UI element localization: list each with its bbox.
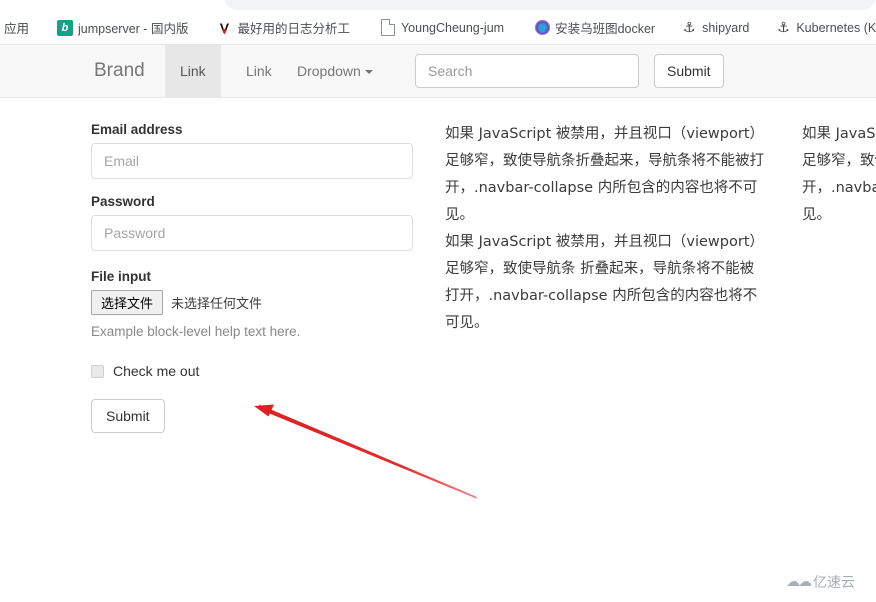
check-me-out-checkbox[interactable] xyxy=(91,364,104,378)
cloud-icon: ☁☁ xyxy=(786,574,812,590)
navbar-submit-button[interactable]: Submit xyxy=(654,54,724,88)
kubernetes-anchor-icon: ⚓ xyxy=(777,19,790,36)
content-paragraph-1: 如果 JavaScript 被禁用，并且视口（viewport）足够窄，致使导航… xyxy=(445,126,765,223)
bookmark-label: 最好用的日志分析工 xyxy=(237,22,350,36)
navbar-link-1[interactable]: Link xyxy=(165,45,221,97)
bookmark-label: YoungCheung-jum xyxy=(400,20,505,35)
email-field[interactable] xyxy=(91,143,413,179)
choose-file-button[interactable]: 选择文件 xyxy=(91,290,164,315)
search-input[interactable] xyxy=(415,54,639,88)
demo-form: Email address Password File input 选择文件 未… xyxy=(91,122,413,433)
navbar-search-form: Submit xyxy=(415,45,724,97)
document-icon xyxy=(380,19,396,36)
password-label: Password xyxy=(91,194,155,209)
bookmark-item-shipyard[interactable]: ⚓ shipyard xyxy=(675,11,755,44)
bookmark-item-jumpserver[interactable]: b jumpserver - 国内版 xyxy=(51,11,194,44)
browser-window: 应用 b jumpserver - 国内版 V 最好用的日志分析工 YoungC… xyxy=(0,0,876,602)
watermark: ☁☁ 亿速云 xyxy=(786,572,855,592)
form-submit-wrapper: Submit xyxy=(91,399,413,433)
content-paragraph-3: 如果 JavaScript 被禁用，并且视口（viewport）足够窄，致使导航… xyxy=(802,126,876,223)
bookmark-item-log-analysis[interactable]: V 最好用的日志分析工 xyxy=(210,11,356,44)
bookmark-label: shipyard xyxy=(702,20,750,35)
browser-toolbar-strip xyxy=(0,0,876,11)
watermark-text: 亿速云 xyxy=(813,575,855,591)
password-field[interactable] xyxy=(91,215,413,251)
checkbox-row[interactable]: Check me out xyxy=(91,363,413,379)
check-me-out-label[interactable]: Check me out xyxy=(113,363,199,379)
navbar-dropdown[interactable]: Dropdown xyxy=(282,45,388,97)
navbar-dropdown-label: Dropdown xyxy=(297,63,361,79)
file-form-group: File input 选择文件 未选择任何文件 Example block-le… xyxy=(91,269,413,339)
bookmark-item-youngcheung[interactable]: YoungCheung-jum xyxy=(374,11,510,44)
navbar-link-2[interactable]: Link xyxy=(231,45,287,97)
jumpserver-b-icon: b xyxy=(57,19,74,36)
shipyard-anchor-icon: ⚓ xyxy=(682,19,696,36)
bookmark-label: Kubernetes (K8s xyxy=(796,20,876,35)
email-form-group: Email address xyxy=(91,122,413,179)
content-column-1: 如果 JavaScript 被禁用，并且视口（viewport）足够窄，致使导航… xyxy=(445,121,765,337)
bookmark-item-kubernetes[interactable]: ⚓ Kubernetes (K8s xyxy=(769,11,876,44)
content-paragraph-2: 如果 JavaScript 被禁用，并且视口（viewport）足够窄，致使导航… xyxy=(445,234,765,331)
file-selection-status: 未选择任何文件 xyxy=(171,296,263,311)
bookmark-item-docker[interactable]: 安装乌班图docker xyxy=(528,11,661,44)
bookmark-label: jumpserver - 国内版 xyxy=(78,22,189,36)
bookmark-apps-button[interactable]: 应用 xyxy=(0,11,39,44)
page-navbar: Brand Link Link Dropdown Submit xyxy=(0,45,876,98)
content-column-2: 如果 JavaScript 被禁用，并且视口（viewport）足够窄，致使导航… xyxy=(802,121,876,229)
file-help-text: Example block-level help text here. xyxy=(91,324,301,339)
caret-down-icon xyxy=(364,70,373,75)
file-input-label: File input xyxy=(91,269,151,284)
navbar-brand[interactable]: Brand xyxy=(79,45,160,97)
address-bar[interactable] xyxy=(224,0,876,10)
bookmark-apps-label: 应用 xyxy=(4,22,30,36)
form-submit-button[interactable]: Submit xyxy=(91,399,165,433)
docker-circle-icon xyxy=(534,20,550,36)
file-input-row[interactable]: 选择文件 未选择任何文件 xyxy=(91,290,413,315)
email-label: Email address xyxy=(91,122,183,137)
bookmark-label: 安装乌班图docker xyxy=(555,22,656,36)
v-logo-icon: V xyxy=(216,20,232,36)
password-form-group: Password xyxy=(91,194,413,251)
bookmarks-bar: 应用 b jumpserver - 国内版 V 最好用的日志分析工 YoungC… xyxy=(0,11,876,45)
